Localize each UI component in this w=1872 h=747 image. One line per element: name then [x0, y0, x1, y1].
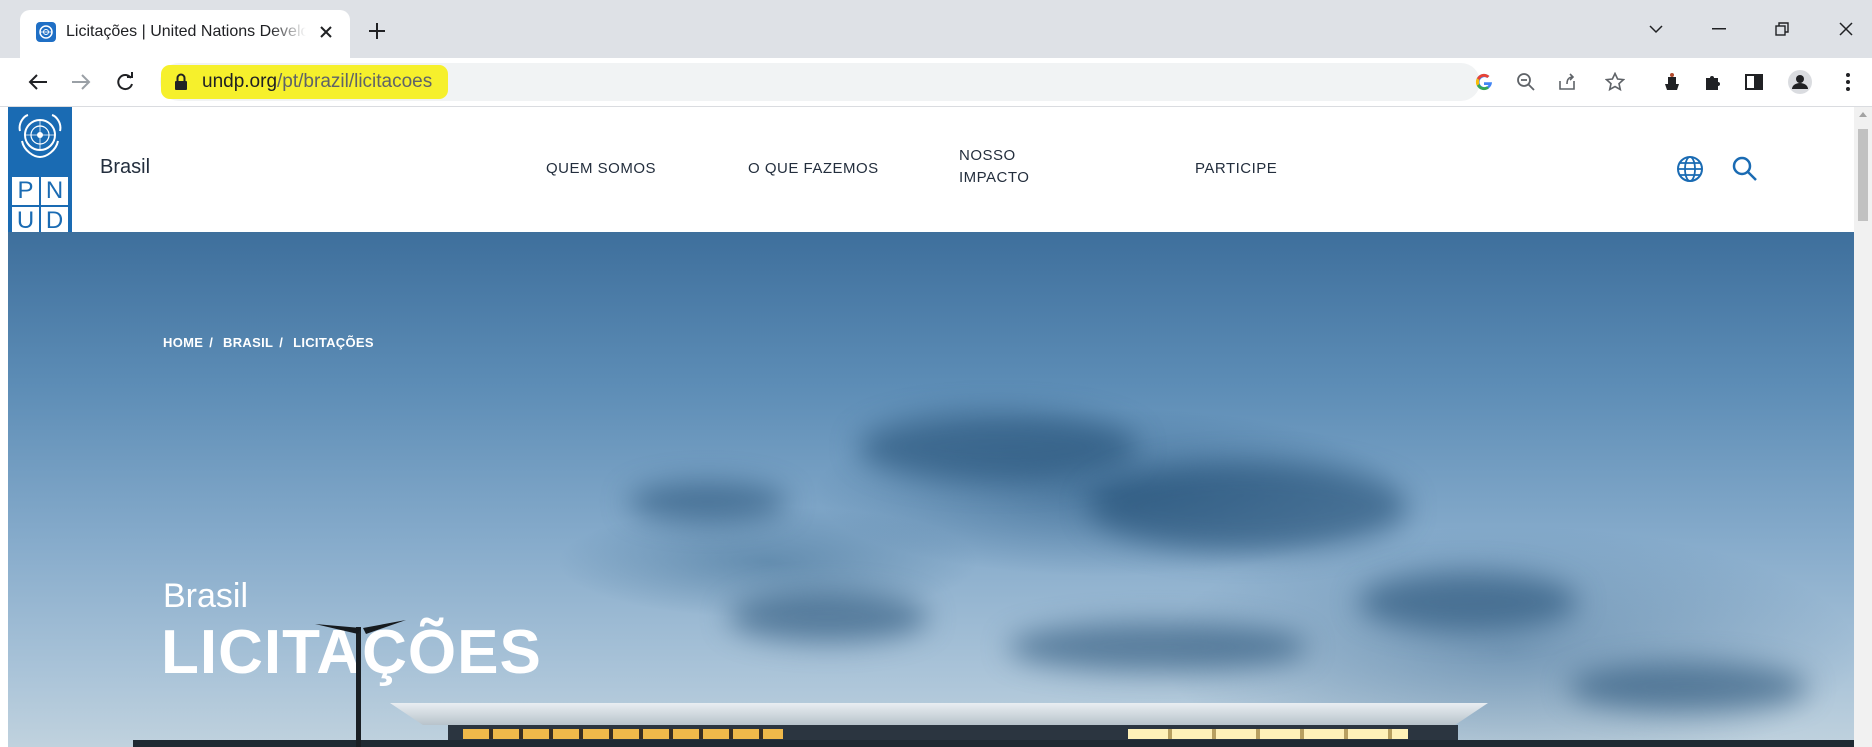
nav-nosso-impacto-line1: NOSSO: [959, 147, 1016, 164]
un-emblem-icon: [36, 22, 56, 42]
close-window-icon[interactable]: [1826, 14, 1866, 44]
profile-icon[interactable]: [1784, 66, 1816, 98]
address-bar[interactable]: undp.org/pt/brazil/licitacoes: [160, 63, 1480, 101]
breadcrumb-home[interactable]: HOME: [163, 335, 203, 350]
tab-title: Licitações | United Nations Development …: [66, 23, 306, 40]
minimize-icon[interactable]: [1699, 14, 1739, 44]
nav-o-que-fazemos[interactable]: O QUE FAZEMOS: [748, 158, 879, 180]
scrollbar-thumb[interactable]: [1858, 129, 1868, 221]
reload-icon[interactable]: [109, 66, 141, 98]
nav-participe[interactable]: PARTICIPE: [1195, 158, 1277, 180]
breadcrumb-brasil[interactable]: BRASIL: [223, 335, 273, 350]
cloud-shape: [858, 412, 1138, 482]
undp-logo[interactable]: P N U D: [8, 107, 72, 237]
globe-icon[interactable]: [1673, 152, 1707, 186]
url-domain: undp.org: [202, 71, 278, 92]
google-icon[interactable]: [1468, 66, 1500, 98]
browser-tabstrip: Licitações | United Nations Development …: [0, 0, 1872, 58]
page-scrollbar[interactable]: [1854, 107, 1872, 747]
url-text[interactable]: undp.org/pt/brazil/licitacoes: [202, 71, 432, 93]
close-icon[interactable]: [314, 20, 338, 44]
nav-nosso-impacto[interactable]: NOSSO IMPACTO: [959, 145, 1029, 189]
logo-letter: P: [12, 177, 39, 205]
logo-letter: N: [41, 177, 68, 205]
building-roof: [390, 703, 1488, 725]
zoom-out-icon[interactable]: [1510, 66, 1542, 98]
ground-line: [133, 740, 1854, 747]
hero-banner: HOME / BRASIL / LICITAÇÕES Brasil LICITAÇÕ…: [8, 232, 1854, 747]
breadcrumb: HOME / BRASIL / LICITAÇÕES: [163, 335, 380, 350]
hero-subtitle: Brasil: [163, 577, 249, 615]
nav-nosso-impacto-line2: IMPACTO: [959, 169, 1030, 186]
cloud-shape: [1008, 622, 1308, 672]
logo-letter: D: [41, 207, 68, 235]
side-panel-icon[interactable]: [1738, 66, 1770, 98]
cloud-shape: [1358, 572, 1578, 632]
share-icon[interactable]: [1551, 66, 1583, 98]
nav-quem-somos[interactable]: QUEM SOMOS: [546, 158, 656, 180]
street-lamp-head: [315, 620, 406, 634]
site-header: P N U D Brasil QUEM SOMOS O QUE FAZEMOS …: [8, 107, 1854, 237]
url-path: /pt/brazil/licitacoes: [277, 71, 433, 92]
browser-toolbar: undp.org/pt/brazil/licitacoes: [0, 58, 1872, 107]
logo-letters: P N U D: [12, 177, 68, 235]
search-icon[interactable]: [1728, 152, 1762, 186]
street-lamp-pole: [356, 627, 361, 747]
un-emblem-icon: [16, 111, 64, 159]
cloud-shape: [1088, 462, 1408, 552]
browser-tab[interactable]: Licitações | United Nations Development …: [20, 10, 350, 58]
breadcrumb-separator: /: [209, 335, 214, 350]
cloud-shape: [728, 592, 928, 642]
new-tab-button[interactable]: [363, 17, 391, 45]
site-brand[interactable]: Brasil: [100, 156, 150, 179]
cloud-shape: [1568, 662, 1808, 712]
restore-icon[interactable]: [1762, 14, 1802, 44]
extension-icon[interactable]: [1656, 66, 1688, 98]
lock-icon[interactable]: [174, 73, 188, 96]
breadcrumb-separator: /: [279, 335, 284, 350]
star-icon[interactable]: [1599, 66, 1631, 98]
puzzle-icon[interactable]: [1697, 66, 1729, 98]
building-windows: [1128, 729, 1408, 739]
tab-search-chevron-icon[interactable]: [1636, 14, 1676, 44]
building-windows: [463, 729, 783, 739]
forward-arrow-icon[interactable]: [65, 66, 97, 98]
kebab-menu-icon[interactable]: [1832, 66, 1864, 98]
breadcrumb-licitacoes: LICITAÇÕES: [293, 335, 374, 350]
logo-letter: U: [12, 207, 39, 235]
cloud-shape: [628, 482, 788, 522]
back-arrow-icon[interactable]: [22, 66, 54, 98]
scroll-up-arrow-icon[interactable]: [1859, 112, 1867, 117]
